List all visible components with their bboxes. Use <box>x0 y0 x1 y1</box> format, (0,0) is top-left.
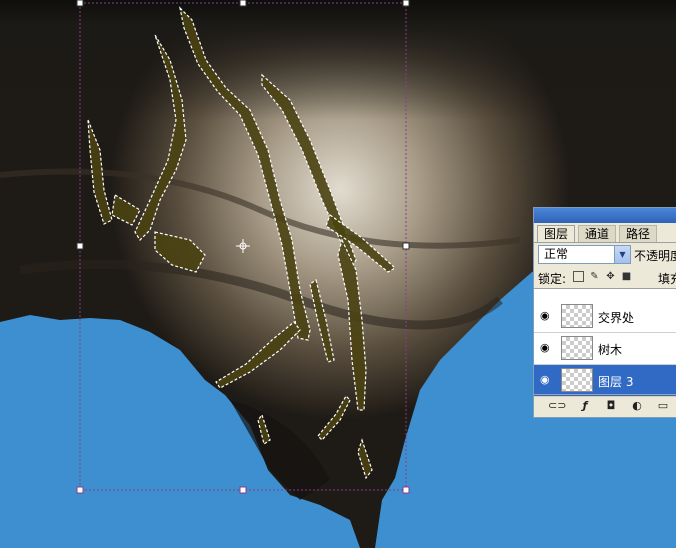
adjustment-icon[interactable]: ◐ <box>630 399 644 413</box>
blend-row: 正常 ▼ 不透明度 <box>534 244 676 266</box>
layer-thumbnail <box>561 368 593 392</box>
eye-icon[interactable]: ◉ <box>540 342 554 353</box>
fill-label: 填充 <box>658 272 676 286</box>
layer-name: 交界处 <box>598 311 635 325</box>
layer-thumbnail <box>561 336 593 360</box>
lock-icon[interactable]: ■ <box>621 271 632 282</box>
eye-icon[interactable]: ◉ <box>540 374 554 385</box>
blend-mode-select[interactable]: 正常 ▼ <box>538 245 631 264</box>
layer-row[interactable]: ◉ 树木 <box>534 333 676 365</box>
mask-icon[interactable]: ◘ <box>604 399 618 413</box>
rock-dark-top <box>0 0 676 120</box>
transform-handle[interactable] <box>402 0 410 7</box>
panel-footer: ⊂⊃ ƒ ◘ ◐ ▭ <box>534 394 676 417</box>
layer-thumbnail <box>561 304 593 328</box>
blend-mode-value: 正常 <box>544 247 569 261</box>
lock-row: 锁定: ✎ ✥ ■ 填充 <box>534 268 676 286</box>
layer-name: 树木 <box>598 343 623 357</box>
tab-channels[interactable]: 通道 <box>578 225 617 242</box>
transform-handle[interactable] <box>76 242 84 250</box>
transform-handle[interactable] <box>402 486 410 494</box>
layers-panel: 图层 通道 路径 正常 ▼ 不透明度 锁定: ✎ ✥ ■ 填充 ◉ 交界处 ◉ … <box>533 207 676 418</box>
tab-layers[interactable]: 图层 <box>537 225 576 242</box>
layers-list: ◉ 交界处 ◉ 树木 ◉ 图层 3 <box>534 288 676 397</box>
layer-row[interactable]: ◉ 交界处 <box>534 301 676 333</box>
fx-icon[interactable]: ƒ <box>578 399 592 413</box>
eye-icon[interactable]: ◉ <box>540 310 554 321</box>
transform-handle[interactable] <box>239 486 247 494</box>
brush-icon[interactable]: ✎ <box>589 271 600 282</box>
tab-paths[interactable]: 路径 <box>619 225 658 242</box>
transform-handle[interactable] <box>76 0 84 7</box>
layer-row-selected[interactable]: ◉ 图层 3 <box>534 365 676 397</box>
layer-name: 图层 3 <box>598 375 634 389</box>
layer-row-partial[interactable] <box>534 288 676 289</box>
panel-tabs: 图层 通道 路径 <box>534 223 676 243</box>
chevron-down-icon[interactable]: ▼ <box>614 246 630 263</box>
folder-icon[interactable]: ▭ <box>656 399 670 413</box>
transform-handle[interactable] <box>76 486 84 494</box>
link-icon[interactable]: ⊂⊃ <box>548 399 566 413</box>
move-icon[interactable]: ✥ <box>605 271 616 282</box>
lock-label: 锁定: <box>538 272 567 286</box>
panel-titlebar[interactable] <box>534 208 676 223</box>
lock-transparent-icon[interactable] <box>573 271 584 282</box>
transform-handle[interactable] <box>239 0 247 7</box>
transform-handle[interactable] <box>402 242 410 250</box>
opacity-label: 不透明度 <box>634 249 676 263</box>
